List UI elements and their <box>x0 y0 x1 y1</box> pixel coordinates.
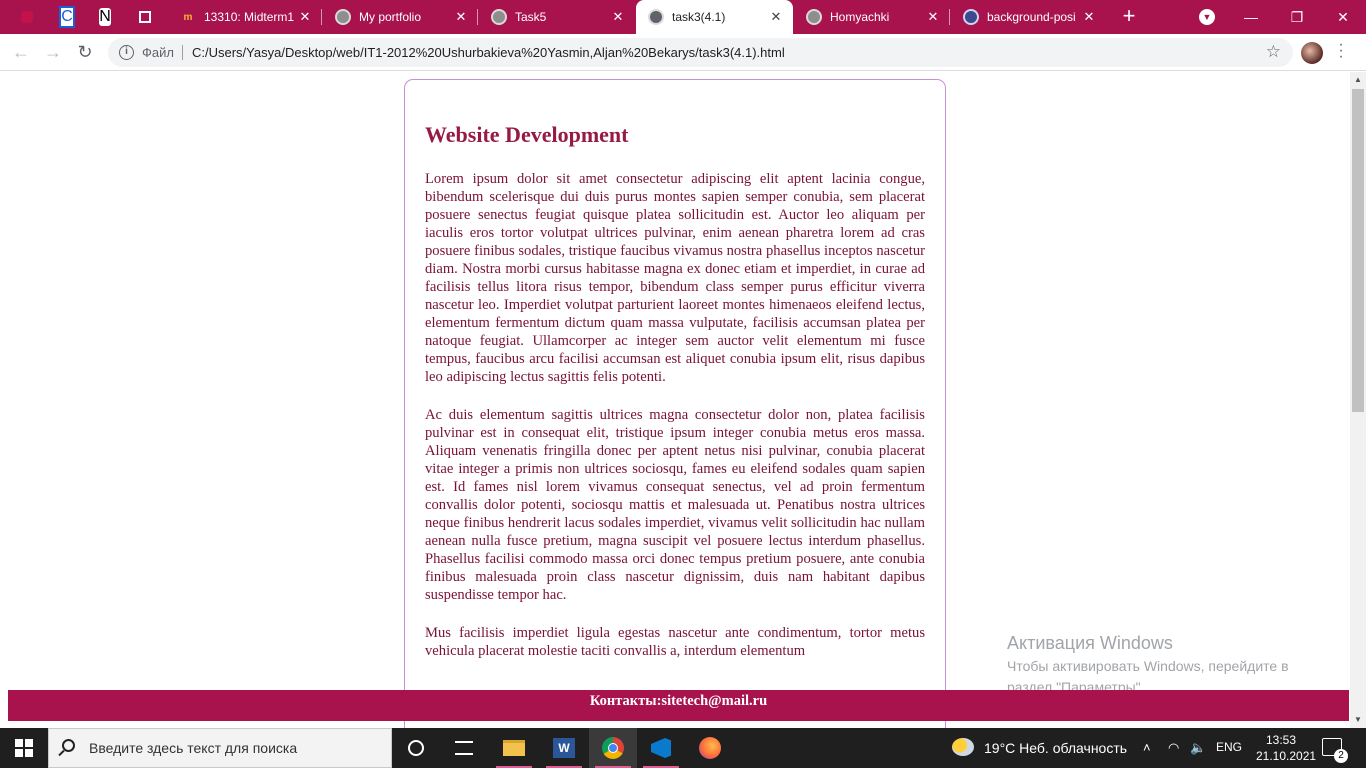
address-separator <box>182 45 183 60</box>
clock-time: 13:53 <box>1265 733 1297 747</box>
pinned-tab-c[interactable]: C <box>48 0 86 34</box>
close-tab-icon[interactable]: ✕ <box>609 9 627 25</box>
tab-background-position[interactable]: background-posi ✕ <box>951 0 1106 34</box>
weather-text[interactable]: 19°C Неб. облачность <box>984 740 1127 756</box>
tab-title: Homyachki <box>830 10 890 24</box>
reload-icon[interactable]: ↻ <box>73 41 97 65</box>
globe-icon <box>335 9 351 25</box>
tab-title: My portfolio <box>359 10 422 24</box>
task-view-icon[interactable] <box>440 728 488 768</box>
cortana-icon[interactable] <box>392 728 440 768</box>
close-tab-icon[interactable]: ✕ <box>296 9 314 25</box>
close-window-icon[interactable]: ✕ <box>1320 0 1366 34</box>
globe-icon <box>806 9 822 25</box>
browser-toolbar: ← → ↻ i Файл C:/Users/Yasya/Desktop/web/… <box>0 34 1366 71</box>
paragraph: Ac duis elementum sagittis ultrices magn… <box>425 407 925 603</box>
globe-icon <box>491 9 507 25</box>
close-tab-icon[interactable]: ✕ <box>767 9 785 25</box>
tab-title: Task5 <box>515 10 547 24</box>
restore-icon[interactable]: ❐ <box>1274 0 1320 34</box>
tab-search-chevron-icon[interactable]: ▼ <box>1199 9 1215 25</box>
close-tab-icon[interactable]: ✕ <box>924 9 942 25</box>
github-icon <box>141 13 149 21</box>
tray-chevron-up-icon[interactable]: ˄ <box>1143 740 1151 755</box>
kebab-menu-icon[interactable]: · · · <box>1336 37 1346 65</box>
pinned-tab-notion[interactable]: N <box>86 0 124 34</box>
clock[interactable]: 13:53 21.10.2021 <box>1256 732 1317 764</box>
watermark-title: Активация Windows <box>1007 633 1173 653</box>
page-title: Website Development <box>425 122 629 147</box>
forward-arrow-icon[interactable]: → <box>41 41 65 65</box>
url-text[interactable]: C:/Users/Yasya/Desktop/web/IT1-2012%20Us… <box>192 45 785 60</box>
taskbar-search-box[interactable]: Введите здесь текст для поиска <box>48 728 392 768</box>
c-logo-icon: C <box>59 6 75 28</box>
globe-icon <box>648 9 664 25</box>
pinned-tab-red[interactable] <box>8 0 46 34</box>
search-icon <box>62 739 75 752</box>
scrollbar-thumb[interactable] <box>1352 89 1364 412</box>
language-indicator[interactable]: ENG <box>1216 740 1242 754</box>
tab-strip: C N m 13310: Midterm1 ✕ My portfolio ✕ T… <box>0 0 1366 34</box>
close-tab-icon[interactable]: ✕ <box>452 9 470 25</box>
network-icon[interactable]: ◠ <box>1168 740 1179 756</box>
paragraph: Mus facilisis imperdiet ligula egestas n… <box>425 625 925 659</box>
bookmark-star-icon[interactable]: ☆ <box>1266 42 1281 62</box>
word-icon[interactable]: W <box>540 728 588 768</box>
clock-date: 21.10.2021 <box>1256 749 1317 763</box>
minimize-icon[interactable]: — <box>1228 0 1274 34</box>
scroll-up-arrow-icon[interactable]: ▲ <box>1350 72 1366 88</box>
page-viewport: Website Development Lorem ipsum dolor si… <box>0 72 1350 728</box>
contacts-footer: Контакты:sitetech@mail.ru <box>8 690 1349 721</box>
volume-icon[interactable]: 🔈 <box>1190 740 1206 756</box>
vscode-icon[interactable] <box>637 728 685 768</box>
tab-midterm[interactable]: m 13310: Midterm1 ✕ <box>168 0 322 34</box>
tab-title: 13310: Midterm1 <box>204 10 295 24</box>
notion-icon: N <box>99 8 111 26</box>
new-tab-plus-icon[interactable]: + <box>1118 5 1140 28</box>
moodle-icon: m <box>183 11 193 23</box>
chrome-icon[interactable] <box>589 728 637 768</box>
pinned-tab-github[interactable] <box>126 0 164 34</box>
info-icon[interactable]: i <box>119 45 134 60</box>
tab-homyachki[interactable]: Homyachki ✕ <box>794 0 950 34</box>
address-bar[interactable]: i Файл C:/Users/Yasya/Desktop/web/IT1-20… <box>108 38 1293 67</box>
windows-activation-watermark: Активация Windows Чтобы активировать Win… <box>1007 632 1289 698</box>
mdn-icon <box>963 9 979 25</box>
file-explorer-icon[interactable] <box>490 728 538 768</box>
search-placeholder: Введите здесь текст для поиска <box>89 740 298 756</box>
back-arrow-icon[interactable]: ← <box>9 41 33 65</box>
watermark-line: Чтобы активировать Windows, перейдите в <box>1007 658 1289 674</box>
firefox-icon[interactable] <box>686 728 734 768</box>
scheme-label: Файл <box>142 45 174 60</box>
tab-portfolio[interactable]: My portfolio ✕ <box>323 0 478 34</box>
notification-count-badge: 2 <box>1334 749 1348 763</box>
tab-title: task3(4.1) <box>672 10 726 24</box>
tab-task3-active[interactable]: task3(4.1) ✕ <box>636 0 793 34</box>
scroll-down-arrow-icon[interactable]: ▼ <box>1350 712 1366 728</box>
close-tab-icon[interactable]: ✕ <box>1080 9 1098 25</box>
vertical-scrollbar[interactable]: ▲ ▼ <box>1350 72 1366 728</box>
tab-task5[interactable]: Task5 ✕ <box>479 0 635 34</box>
content-card: Website Development Lorem ipsum dolor si… <box>404 79 946 728</box>
paragraph: Lorem ipsum dolor sit amet consectetur a… <box>425 171 925 385</box>
windows-taskbar: Введите здесь текст для поиска W 19°C Не… <box>0 728 1366 768</box>
tab-title: background-posi <box>987 10 1076 24</box>
profile-avatar[interactable] <box>1301 42 1323 64</box>
weather-icon[interactable] <box>952 738 974 756</box>
windows-start-icon[interactable] <box>0 728 48 768</box>
red-app-icon <box>21 11 33 23</box>
